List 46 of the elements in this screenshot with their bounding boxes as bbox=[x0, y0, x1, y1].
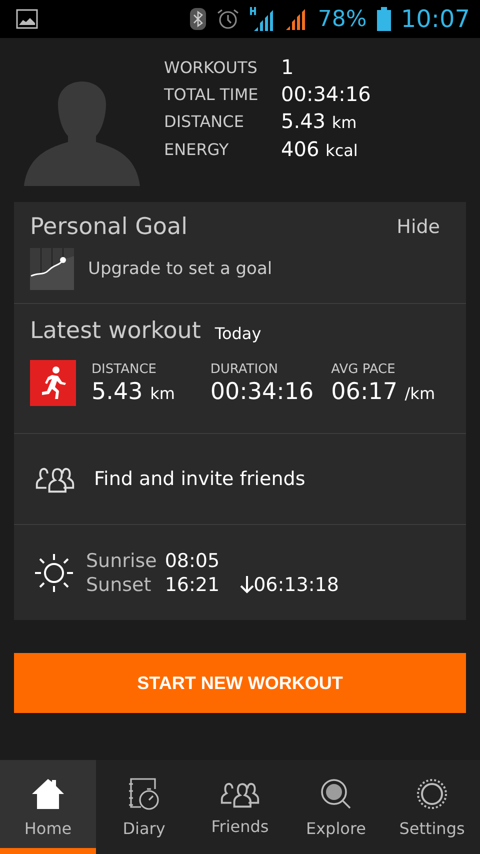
stat-label: DISTANCE bbox=[164, 111, 245, 133]
stat-value: 00:34:16 bbox=[281, 83, 371, 106]
nav-tab[interactable]: Diary bbox=[96, 760, 192, 854]
stat-value: 406 kcal bbox=[281, 138, 359, 162]
sunset-label: Sunset bbox=[86, 572, 152, 596]
bluetooth-icon bbox=[190, 8, 206, 30]
metric-label: DURATION bbox=[210, 362, 280, 376]
settings-icon bbox=[415, 776, 449, 810]
alarm-icon bbox=[216, 8, 240, 30]
metric-value: 5.43 km bbox=[92, 378, 176, 404]
metric-value: 00:34:16 bbox=[210, 378, 315, 404]
nav-tab[interactable]: Explore bbox=[288, 760, 384, 854]
metric-value: 06:17 /km bbox=[331, 378, 436, 404]
goal-chart-icon bbox=[30, 248, 74, 290]
arrow-down-icon bbox=[240, 576, 254, 594]
upgrade-message[interactable]: Upgrade to set a goal bbox=[88, 259, 272, 279]
stat-label: TOTAL TIME bbox=[164, 84, 260, 106]
metric-label: DISTANCE bbox=[92, 362, 158, 376]
nav-tab[interactable]: Home bbox=[0, 760, 96, 854]
sunset-time: 16:21 bbox=[164, 572, 220, 596]
metric-label: AVG PACE bbox=[331, 362, 396, 376]
stat-label: WORKOUTS bbox=[164, 57, 258, 79]
workout-date: Today bbox=[214, 324, 262, 342]
sun-icon bbox=[34, 552, 74, 592]
stat-label: ENERGY bbox=[164, 139, 230, 161]
section-title: Personal Goal bbox=[30, 214, 188, 240]
stat-value: 5.43 km bbox=[281, 110, 358, 134]
daylight-duration: 06:13:18 bbox=[254, 572, 339, 596]
home-icon bbox=[30, 776, 66, 810]
section-title: Latest workout bbox=[30, 318, 201, 344]
signal-icon bbox=[250, 7, 274, 31]
sunrise-label: Sunrise bbox=[86, 548, 157, 572]
battery-percentage: 78% bbox=[318, 6, 367, 32]
clock-time: 10:07 bbox=[400, 5, 470, 33]
picture-icon bbox=[16, 9, 38, 29]
battery-icon bbox=[376, 7, 391, 31]
signal-icon bbox=[284, 8, 308, 30]
globe-search-icon bbox=[319, 776, 353, 810]
nav-tab[interactable]: Settings bbox=[384, 760, 480, 854]
stopwatch-notebook-icon bbox=[127, 776, 161, 810]
hide-link[interactable]: Hide bbox=[396, 216, 440, 238]
nav-tab[interactable]: Friends bbox=[192, 760, 288, 854]
invite-friends-link[interactable]: Find and invite friends bbox=[94, 468, 306, 490]
stat-value: 1 bbox=[281, 56, 295, 79]
sunrise-time: 08:05 bbox=[164, 548, 220, 572]
running-icon bbox=[30, 360, 76, 406]
